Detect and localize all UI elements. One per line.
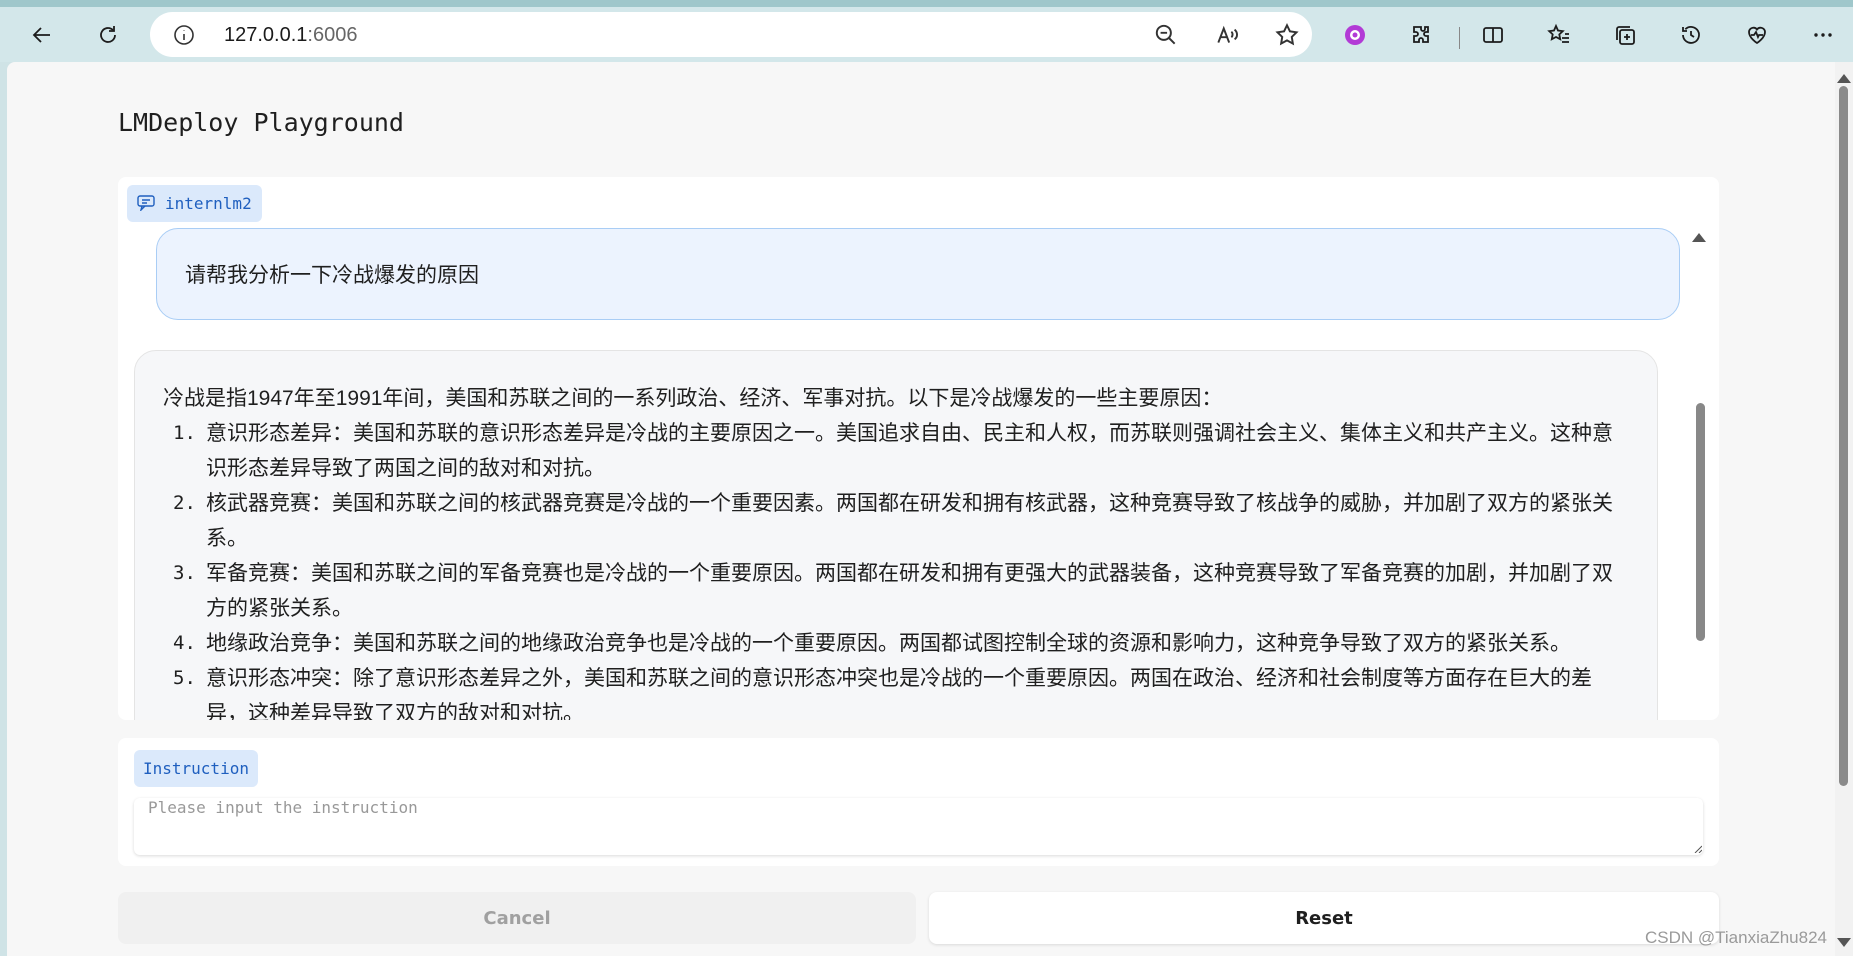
browser-toolbar: 127.0.0.1:6006 (0, 7, 1853, 62)
more-dots-icon (1814, 33, 1832, 37)
chat-bubble-icon (137, 195, 155, 211)
heart-pulse-icon (1748, 26, 1766, 45)
favorites-button[interactable] (1541, 17, 1577, 53)
split-screen-button[interactable] (1475, 17, 1511, 53)
user-message-text: 请帮我分析一下冷战爆发的原因 (185, 264, 479, 287)
list-item: 2. 核武器竞赛：美国和苏联之间的核武器竞赛是冷战的一个重要因素。两国都在研发和拥… (163, 486, 1623, 556)
puzzle-icon (1413, 26, 1429, 43)
model-label-badge: internlm2 (127, 185, 262, 222)
list-item: 4. 地缘政治竞争：美国和苏联之间的地缘政治竞争也是冷战的一个重要原因。两国都试图… (163, 626, 1623, 661)
refresh-icon (100, 26, 116, 43)
url-host: 127.0.0.1 (224, 24, 308, 46)
list-item: 1. 意识形态差异：美国和苏联的意识形态差异是冷战的主要原因之一。美国追求自由、民… (163, 416, 1623, 486)
page-scroll-up-arrow[interactable] (1837, 74, 1851, 83)
bot-message-bubble: 冷战是指1947年至1991年间，美国和苏联之间的一系列政治、经济、军事对抗。以… (134, 350, 1658, 720)
url-port: :6006 (307, 24, 358, 46)
watermark-text: CSDN @TianxiaZhu824 (1645, 928, 1827, 947)
instruction-input[interactable] (134, 798, 1703, 855)
address-bar[interactable]: 127.0.0.1:6006 (150, 12, 1312, 57)
read-aloud-icon (1217, 25, 1238, 43)
extension-button[interactable] (1337, 17, 1373, 53)
model-label: internlm2 (165, 194, 252, 213)
list-item-text: 军备竞赛：美国和苏联之间的军备竞赛也是冷战的一个重要原因。两国都在研发和拥有更强… (206, 562, 1613, 620)
chatbot-panel: internlm2 请帮我分析一下冷战爆发的原因 冷战是指1947年至1991年… (118, 177, 1719, 764)
back-button[interactable] (24, 17, 60, 53)
star-icon (1275, 23, 1299, 46)
url-text[interactable]: 127.0.0.1:6006 (224, 24, 357, 47)
extension-logo-icon (1345, 25, 1365, 45)
bot-message-list: 1. 意识形态差异：美国和苏联的意识形态差异是冷战的主要原因之一。美国追求自由、民… (163, 416, 1623, 720)
info-icon[interactable] (172, 23, 196, 47)
list-item-number: 5. (173, 667, 196, 689)
extensions-button[interactable] (1403, 17, 1439, 53)
zoom-out-button[interactable] (1153, 22, 1179, 48)
page-scroll-down-arrow[interactable] (1837, 938, 1851, 947)
bot-message-intro: 冷战是指1947年至1991年间，美国和苏联之间的一系列政治、经济、军事对抗。以… (163, 387, 1223, 410)
history-button[interactable] (1673, 17, 1709, 53)
performance-button[interactable] (1739, 17, 1775, 53)
page-scrollbar-thumb[interactable] (1839, 86, 1848, 786)
list-item: 3. 军备竞赛：美国和苏联之间的军备竞赛也是冷战的一个重要原因。两国都在研发和拥有… (163, 556, 1623, 626)
instruction-panel: Instruction (118, 738, 1719, 866)
list-item-number: 4. (173, 632, 196, 654)
resize-grip-icon[interactable] (1694, 845, 1702, 853)
read-aloud-button[interactable] (1214, 22, 1240, 48)
list-item-text: 核武器竞赛：美国和苏联之间的核武器竞赛是冷战的一个重要因素。两国都在研发和拥有核… (206, 492, 1613, 550)
zoom-out-icon (1155, 24, 1176, 45)
list-item-number: 2. (173, 492, 196, 514)
instruction-label: Instruction (134, 750, 258, 787)
list-item-text: 意识形态差异：美国和苏联的意识形态差异是冷战的主要原因之一。美国追求自由、民主和… (206, 422, 1613, 480)
split-screen-icon (1483, 27, 1503, 43)
collections-icon (1616, 26, 1635, 45)
favorite-button[interactable] (1274, 22, 1300, 48)
chat-scrollbar-thumb[interactable] (1696, 403, 1705, 641)
list-item: 5. 意识形态冲突：除了意识形态差异之外，美国和苏联之间的意识形态冲突也是冷战的一… (163, 661, 1623, 720)
browser-tab-strip (0, 0, 1853, 7)
list-item-text: 地缘政治竞争：美国和苏联之间的地缘政治竞争也是冷战的一个重要原因。两国都试图控制… (206, 632, 1571, 655)
toolbar-separator (1459, 27, 1460, 49)
page-content: LMDeploy Playground internlm2 请帮我分析一下冷战爆… (7, 62, 1835, 956)
refresh-button[interactable] (90, 17, 126, 53)
favorites-list-icon (1547, 23, 1569, 43)
list-item-number: 3. (173, 562, 196, 584)
cancel-button[interactable]: Cancel (118, 892, 916, 944)
chat-scroll-area[interactable]: 请帮我分析一下冷战爆发的原因 冷战是指1947年至1991年间，美国和苏联之间的… (118, 224, 1719, 720)
more-menu-button[interactable] (1805, 17, 1841, 53)
collections-button[interactable] (1607, 17, 1643, 53)
list-item-text: 意识形态冲突：除了意识形态差异之外，美国和苏联之间的意识形态冲突也是冷战的一个重… (206, 667, 1592, 720)
list-item-number: 1. (173, 422, 196, 444)
page-title: LMDeploy Playground (118, 108, 404, 137)
reset-button[interactable]: Reset (929, 892, 1719, 944)
history-icon (1682, 26, 1700, 44)
user-message-bubble: 请帮我分析一下冷战爆发的原因 (156, 228, 1680, 320)
chat-scroll-up-arrow[interactable] (1692, 233, 1706, 242)
arrow-left-icon (32, 27, 50, 43)
